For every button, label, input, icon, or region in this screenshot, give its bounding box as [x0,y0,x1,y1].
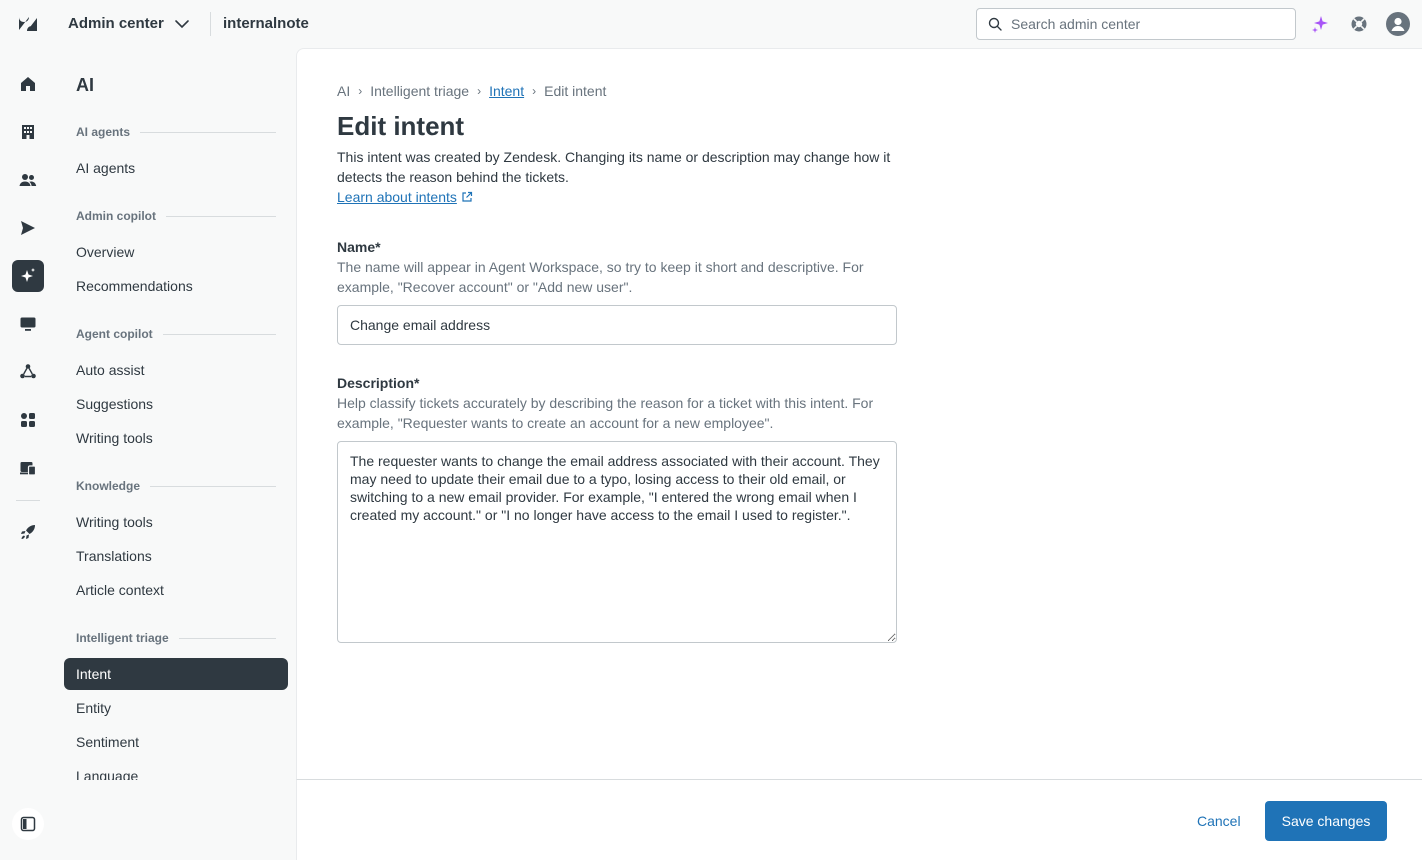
zendesk-logo-icon[interactable] [16,12,40,36]
top-bar: Admin center internalnote [0,0,1422,48]
main-content: AI › Intelligent triage › Intent › Edit … [296,48,1422,779]
nav-item-sentiment[interactable]: Sentiment [64,726,288,758]
nav-section-knowledge: Knowledge [76,479,276,493]
rail-channels[interactable] [12,212,44,244]
rocket-icon [21,525,35,539]
breadcrumb: AI › Intelligent triage › Intent › Edit … [337,83,606,99]
nav-item-overview[interactable]: Overview [64,236,288,268]
nav-item-agent-writing-tools[interactable]: Writing tools [64,422,288,454]
chevron-right-icon: › [532,84,537,98]
breadcrumb-current: Edit intent [544,83,607,99]
rail-ai[interactable] [12,260,44,292]
rail-home[interactable] [12,68,44,100]
save-changes-button[interactable]: Save changes [1265,801,1387,841]
nav-title: AI [76,75,94,95]
search-box[interactable] [976,8,1296,40]
rail-devices[interactable] [12,452,44,484]
rail-divider [16,500,40,501]
nav-section-agent-copilot: Agent copilot [76,327,276,341]
nav-item-recommendations[interactable]: Recommendations [64,270,288,302]
rail-objects-rules[interactable] [12,356,44,388]
people-icon [19,174,37,186]
devices-icon [20,462,37,476]
nav-section-intelligent-triage: Intelligent triage [76,631,276,645]
objects-rules-icon [20,364,36,379]
breadcrumb-intent-link[interactable]: Intent [489,83,524,99]
page-intro: This intent was created by Zendesk. Chan… [337,149,891,185]
building-icon [22,125,34,139]
ai-secondary-nav: AI AI agents AI agents Admin copilot Ove… [56,48,296,780]
form-footer: Cancel Save changes [296,779,1422,860]
nav-item-entity[interactable]: Entity [64,692,288,724]
monitor-icon [20,317,36,331]
nav-item-knowledge-writing-tools[interactable]: Writing tools [64,506,288,538]
nav-item-ai-agents[interactable]: AI agents [64,152,288,184]
nav-section-ai-agents: AI agents [76,125,276,139]
rail-getting-started[interactable] [12,516,44,548]
subdomain-name: internalnote [223,15,309,32]
help-lifebuoy-icon[interactable] [1347,12,1371,36]
nav-item-intent[interactable]: Intent [64,658,288,690]
search-icon [988,17,1002,31]
search-input[interactable] [1011,16,1271,32]
nav-item-suggestions[interactable]: Suggestions [64,388,288,420]
breadcrumb-ai: AI [337,83,351,99]
chevron-down-icon [175,19,189,28]
nav-item-language[interactable]: Language [64,760,288,780]
ai-sparkle-icon[interactable] [1308,12,1332,36]
rail-account[interactable] [12,116,44,148]
nav-item-translations[interactable]: Translations [64,540,288,572]
rail-apps[interactable] [12,404,44,436]
name-input[interactable] [337,305,897,345]
nav-item-auto-assist[interactable]: Auto assist [64,354,288,386]
external-link-icon [462,191,472,202]
description-label: Description* [337,375,420,391]
description-textarea[interactable]: The requester wants to change the email … [337,441,897,643]
collapse-sidebar-button[interactable] [12,808,44,840]
send-arrow-icon [21,221,35,235]
product-rail [0,48,56,860]
nav-item-article-context[interactable]: Article context [64,574,288,606]
product-name: Admin center [68,15,164,32]
rail-workspaces[interactable] [12,308,44,340]
apps-grid-icon [21,413,35,427]
learn-link-label: Learn about intents [337,189,457,205]
user-avatar-icon[interactable] [1386,12,1410,36]
name-label: Name* [337,239,381,255]
learn-about-intents-link[interactable]: Learn about intents [337,187,473,207]
home-icon [21,77,35,91]
chevron-right-icon: › [358,84,363,98]
cancel-button[interactable]: Cancel [1183,801,1255,841]
breadcrumb-intelligent-triage: Intelligent triage [370,83,470,99]
nav-section-admin-copilot: Admin copilot [76,209,276,223]
topbar-divider [210,12,211,36]
chevron-right-icon: › [477,84,482,98]
rail-people[interactable] [12,164,44,196]
product-switcher[interactable]: Admin center [68,15,190,32]
page-title: Edit intent [337,111,465,141]
panel-toggle-icon [20,816,36,832]
ai-sparkle-icon [21,268,35,282]
description-hint: Help classify tickets accurately by desc… [337,395,874,431]
name-hint: The name will appear in Agent Workspace,… [337,259,864,295]
